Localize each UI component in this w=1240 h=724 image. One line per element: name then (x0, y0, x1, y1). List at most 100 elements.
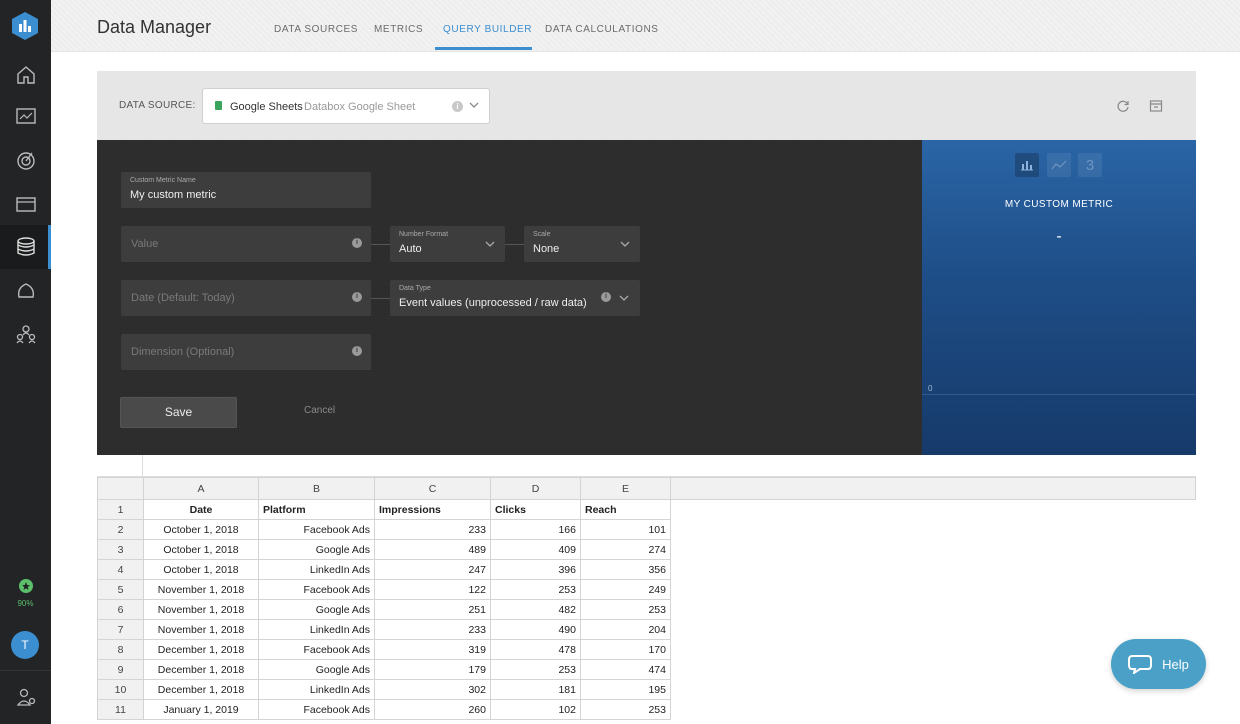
column-header[interactable]: A (143, 477, 259, 500)
impressions-cell[interactable]: 247 (374, 559, 491, 580)
clicks-cell[interactable]: 253 (490, 659, 581, 680)
save-button[interactable]: Save (120, 397, 237, 428)
tab-data-calculations[interactable]: DATA CALCULATIONS (545, 24, 659, 35)
platform-cell[interactable]: Google Ads (258, 539, 375, 560)
reach-cell[interactable]: 253 (580, 599, 671, 620)
value-field[interactable]: Value i (121, 226, 371, 262)
platform-cell[interactable]: Facebook Ads (258, 699, 375, 720)
help-button[interactable]: Help (1111, 639, 1206, 689)
reach-cell[interactable]: 204 (580, 619, 671, 640)
dimension-field[interactable]: Dimension (Optional) i (121, 334, 371, 370)
viz-bar-chart-button[interactable] (1015, 153, 1039, 177)
info-icon[interactable]: i (352, 292, 362, 302)
date-cell[interactable]: October 1, 2018 (143, 559, 259, 580)
info-icon[interactable]: i (452, 101, 463, 112)
column-header[interactable]: B (258, 477, 375, 500)
row-number[interactable]: 6 (97, 599, 144, 620)
info-icon[interactable]: i (352, 238, 362, 248)
clicks-cell[interactable]: 102 (490, 699, 581, 720)
date-cell[interactable]: October 1, 2018 (143, 519, 259, 540)
row-number[interactable]: 5 (97, 579, 144, 600)
row-number[interactable]: 4 (97, 559, 144, 580)
sidebar-item-goals[interactable] (0, 138, 51, 182)
sidebar-item-alerts[interactable] (0, 269, 51, 313)
number-format-select[interactable]: Number Format Auto (390, 226, 505, 262)
reach-cell[interactable]: 195 (580, 679, 671, 700)
reach-cell[interactable]: 356 (580, 559, 671, 580)
tab-metrics[interactable]: METRICS (374, 24, 423, 35)
date-cell[interactable]: November 1, 2018 (143, 579, 259, 600)
date-field[interactable]: Date (Default: Today) i (121, 280, 371, 316)
date-cell[interactable]: October 1, 2018 (143, 539, 259, 560)
impressions-cell[interactable]: 233 (374, 619, 491, 640)
cancel-button[interactable]: Cancel (304, 405, 335, 416)
refresh-icon[interactable] (1116, 99, 1130, 113)
row-number[interactable]: 10 (97, 679, 144, 700)
date-cell[interactable]: December 1, 2018 (143, 679, 259, 700)
platform-cell[interactable]: Facebook Ads (258, 519, 375, 540)
impressions-cell[interactable]: 251 (374, 599, 491, 620)
data-source-select[interactable]: Google Sheets Databox Google Sheet i (202, 88, 490, 124)
viz-number-button[interactable]: 3 (1078, 153, 1102, 177)
clicks-cell[interactable]: 166 (490, 519, 581, 540)
impressions-cell[interactable]: 302 (374, 679, 491, 700)
databox-logo-icon[interactable] (11, 11, 39, 41)
reach-cell[interactable]: 249 (580, 579, 671, 600)
date-cell[interactable]: December 1, 2018 (143, 659, 259, 680)
column-header[interactable]: E (580, 477, 671, 500)
date-cell[interactable]: November 1, 2018 (143, 619, 259, 640)
row-number[interactable]: 2 (97, 519, 144, 540)
row-number[interactable]: 8 (97, 639, 144, 660)
reach-cell[interactable]: 101 (580, 519, 671, 540)
reach-cell[interactable]: 170 (580, 639, 671, 660)
reach-cell[interactable]: 274 (580, 539, 671, 560)
archive-icon[interactable] (1149, 99, 1163, 113)
clicks-cell[interactable]: 181 (490, 679, 581, 700)
clicks-cell[interactable]: 478 (490, 639, 581, 660)
row-number[interactable]: 7 (97, 619, 144, 640)
clicks-cell[interactable]: 482 (490, 599, 581, 620)
tab-data-sources[interactable]: DATA SOURCES (274, 24, 358, 35)
impressions-cell[interactable]: 489 (374, 539, 491, 560)
platform-cell[interactable]: Facebook Ads (258, 579, 375, 600)
clicks-cell[interactable]: 490 (490, 619, 581, 640)
date-cell[interactable]: November 1, 2018 (143, 599, 259, 620)
info-icon[interactable]: i (352, 346, 362, 356)
impressions-cell[interactable]: 260 (374, 699, 491, 720)
data-type-select[interactable]: Data Type Event values (unprocessed / ra… (390, 280, 640, 316)
platform-cell[interactable]: Facebook Ads (258, 639, 375, 660)
platform-cell[interactable]: LinkedIn Ads (258, 679, 375, 700)
platform-cell[interactable]: LinkedIn Ads (258, 619, 375, 640)
sidebar-item-data-manager[interactable] (0, 225, 51, 269)
header-cell[interactable]: Clicks (490, 499, 581, 520)
row-number[interactable]: 3 (97, 539, 144, 560)
reach-cell[interactable]: 474 (580, 659, 671, 680)
impressions-cell[interactable]: 122 (374, 579, 491, 600)
platform-cell[interactable]: Google Ads (258, 659, 375, 680)
date-cell[interactable]: January 1, 2019 (143, 699, 259, 720)
clicks-cell[interactable]: 409 (490, 539, 581, 560)
viz-line-chart-button[interactable] (1047, 153, 1071, 177)
date-cell[interactable]: December 1, 2018 (143, 639, 259, 660)
header-cell[interactable]: Impressions (374, 499, 491, 520)
header-cell[interactable]: Date (143, 499, 259, 520)
row-number[interactable]: 11 (97, 699, 144, 720)
reach-cell[interactable]: 253 (580, 699, 671, 720)
column-header[interactable]: C (374, 477, 491, 500)
platform-cell[interactable]: LinkedIn Ads (258, 559, 375, 580)
sidebar-item-users[interactable] (0, 312, 51, 356)
sidebar-item-account[interactable] (0, 675, 51, 719)
row-number[interactable]: 1 (97, 499, 144, 520)
row-number[interactable]: 9 (97, 659, 144, 680)
header-cell[interactable]: Platform (258, 499, 375, 520)
info-icon[interactable]: i (601, 292, 611, 302)
impressions-cell[interactable]: 233 (374, 519, 491, 540)
sidebar-item-databoards[interactable] (0, 94, 51, 138)
scale-select[interactable]: Scale None (524, 226, 640, 262)
column-header[interactable]: D (490, 477, 581, 500)
avatar[interactable]: T (11, 631, 39, 659)
clicks-cell[interactable]: 253 (490, 579, 581, 600)
sidebar-item-home[interactable] (0, 53, 51, 97)
impressions-cell[interactable]: 319 (374, 639, 491, 660)
header-cell[interactable]: Reach (580, 499, 671, 520)
